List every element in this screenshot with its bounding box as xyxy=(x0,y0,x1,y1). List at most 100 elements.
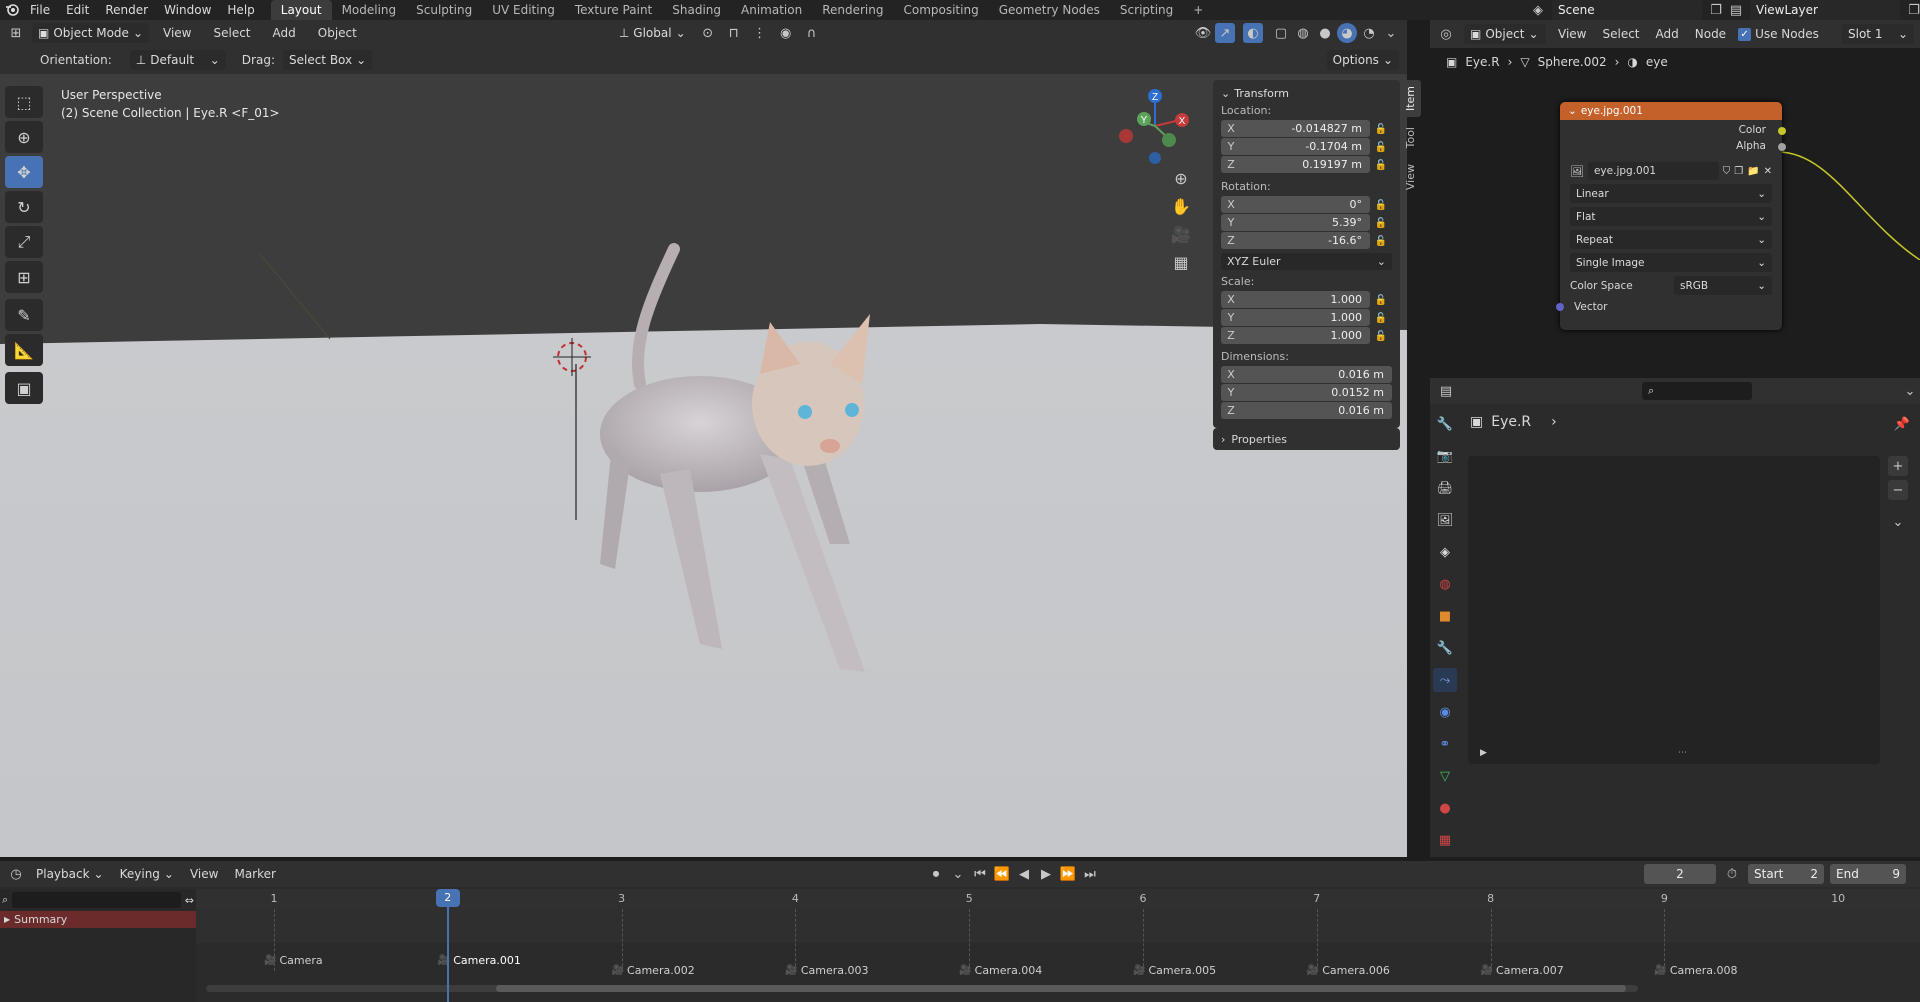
location-x-field[interactable]: X -0.014827 m xyxy=(1221,120,1370,137)
texture-tab-icon[interactable]: ▦ xyxy=(1433,828,1457,852)
location-z-field[interactable]: Z 0.19197 m xyxy=(1221,156,1370,173)
menu-window[interactable]: Window xyxy=(156,0,219,20)
end-frame-field[interactable]: End 9 xyxy=(1830,864,1906,884)
camera-marker[interactable]: 🎥 Camera.004 xyxy=(959,964,1042,977)
lock-icon[interactable]: 🔓 xyxy=(1370,313,1392,324)
transform-panel-header[interactable]: ⌄ Transform xyxy=(1221,84,1392,102)
playhead-frame-indicator[interactable]: 2 xyxy=(435,889,460,907)
drag-dropdown[interactable]: Select Box ⌄ xyxy=(282,50,373,70)
pin-icon[interactable]: 📌 xyxy=(1892,414,1912,434)
lock-icon[interactable]: 🔓 xyxy=(1370,142,1392,153)
playhead-line[interactable] xyxy=(446,907,449,1002)
dimension-x-field[interactable]: X 0.016 m xyxy=(1221,366,1392,383)
camera-view-icon[interactable]: 🎥 xyxy=(1171,224,1191,244)
chevron-down-icon[interactable]: ⌄ xyxy=(1888,512,1908,532)
tab-uv-editing[interactable]: UV Editing xyxy=(482,0,565,20)
tool-tab-icon[interactable]: 🔧 xyxy=(1433,412,1457,436)
lock-icon[interactable]: 🔓 xyxy=(1370,295,1392,306)
play-reverse-icon[interactable]: ◀ xyxy=(1014,864,1034,884)
open-folder-icon[interactable]: 📁 xyxy=(1747,166,1759,177)
remove-icon[interactable]: − xyxy=(1888,480,1908,500)
tab-sculpting[interactable]: Sculpting xyxy=(406,0,482,20)
summary-channel[interactable]: ▶ Summary xyxy=(0,911,196,928)
camera-marker[interactable]: 🎥 Camera.005 xyxy=(1133,964,1216,977)
rendered-shading-icon[interactable]: ◔ xyxy=(1359,23,1379,43)
add-icon[interactable]: + xyxy=(1888,456,1908,476)
constraints-tab-icon[interactable]: ⚭ xyxy=(1433,732,1457,756)
ortho-grid-icon[interactable]: ▦ xyxy=(1171,252,1191,272)
socket-vector-icon[interactable] xyxy=(1556,303,1564,311)
add-cube-tool-icon[interactable]: ▣ xyxy=(5,372,43,404)
transform-tool-icon[interactable]: ⊞ xyxy=(5,261,43,293)
clock-icon[interactable]: ⏱ xyxy=(1722,864,1742,884)
scene-name[interactable]: Scene xyxy=(1552,0,1702,20)
camera-marker[interactable]: 🎥 Camera.001 xyxy=(438,954,521,967)
orientation-dropdown[interactable]: ⊥ Default ⌄ xyxy=(129,50,226,70)
camera-marker[interactable]: 🎥 Camera xyxy=(264,954,323,967)
breadcrumb-material[interactable]: eye xyxy=(1646,55,1668,69)
breadcrumb-mesh[interactable]: Sphere.002 xyxy=(1538,55,1607,69)
play-icon[interactable]: ▶ xyxy=(1036,864,1056,884)
xray-icon[interactable]: ▢ xyxy=(1271,23,1291,43)
rotation-mode-dropdown[interactable]: XYZ Euler ⌄ xyxy=(1221,253,1392,270)
tab-animation[interactable]: Animation xyxy=(731,0,812,20)
measure-tool-icon[interactable]: 📐 xyxy=(5,334,43,366)
close-icon[interactable]: ✕ xyxy=(1764,166,1772,177)
swap-icon[interactable]: ⇔ xyxy=(185,894,194,907)
3d-viewport[interactable]: User Perspective (2) Scene Collection | … xyxy=(0,74,1407,857)
gizmo-neg-x-icon[interactable] xyxy=(1119,129,1133,143)
next-keyframe-icon[interactable]: ⏩ xyxy=(1058,864,1078,884)
scene-selector[interactable]: ◈ Scene ❐ xyxy=(1528,0,1726,20)
current-frame-field[interactable]: 2 xyxy=(1644,864,1716,884)
select-box-tool-icon[interactable]: ⬚ xyxy=(5,86,43,118)
add-workspace-button[interactable]: + xyxy=(1183,0,1213,20)
tab-view[interactable]: View xyxy=(1403,158,1421,196)
modifier-tab-icon[interactable]: 🔧 xyxy=(1433,636,1457,660)
copy-icon[interactable]: ❐ xyxy=(1904,0,1920,20)
lock-icon[interactable]: 🔓 xyxy=(1370,218,1392,229)
use-nodes-checkbox[interactable]: ✓ Use Nodes xyxy=(1738,27,1819,41)
tab-modeling[interactable]: Modeling xyxy=(332,0,407,20)
channel-search[interactable]: ⌕ ⇔ xyxy=(2,891,194,909)
chevron-down-icon[interactable]: ⌄ xyxy=(948,864,968,884)
timeline-menu-marker[interactable]: Marker xyxy=(228,867,281,881)
cursor-tool-icon[interactable]: ⊕ xyxy=(5,121,43,153)
fake-user-icon[interactable]: ⛉ xyxy=(1723,166,1731,177)
lock-icon[interactable]: 🔓 xyxy=(1370,160,1392,171)
location-y-field[interactable]: Y -0.1704 m xyxy=(1221,138,1370,155)
dimension-y-field[interactable]: Y 0.0152 m xyxy=(1221,384,1392,401)
interpolation-dropdown[interactable]: Linear ⌄ xyxy=(1570,184,1772,203)
menu-file[interactable]: File xyxy=(22,0,58,20)
color-space-dropdown[interactable]: sRGB ⌄ xyxy=(1674,276,1772,295)
node-menu-node[interactable]: Node xyxy=(1691,27,1730,41)
pivot-icon[interactable]: ⊙ xyxy=(698,23,718,43)
tab-scripting[interactable]: Scripting xyxy=(1110,0,1183,20)
image-browse-icon[interactable]: 🖼 xyxy=(1570,165,1584,178)
transform-orientation-dropdown[interactable]: ⊥ Global ⌄ xyxy=(613,23,692,43)
tab-shading[interactable]: Shading xyxy=(662,0,731,20)
lock-icon[interactable]: 🔓 xyxy=(1370,200,1392,211)
menu-object[interactable]: Object xyxy=(310,26,365,40)
prev-keyframe-icon[interactable]: ⏪ xyxy=(992,864,1012,884)
camera-marker[interactable]: 🎥 Camera.008 xyxy=(1654,964,1737,977)
timeline-track-area[interactable]: 12345678910🎥Camera🎥Camera.001🎥Camera.002… xyxy=(196,889,1920,1002)
zoom-icon[interactable]: ⊕ xyxy=(1171,168,1191,188)
camera-marker[interactable]: 🎥 Camera.007 xyxy=(1481,964,1564,977)
menu-help[interactable]: Help xyxy=(219,0,262,20)
output-tab-icon[interactable]: 🖨 xyxy=(1433,476,1457,500)
copy-icon[interactable]: ❐ xyxy=(1706,0,1726,20)
tab-layout[interactable]: Layout xyxy=(270,0,332,20)
options-dropdown[interactable]: Options ⌄ xyxy=(1326,50,1399,70)
annotate-tool-icon[interactable]: ✎ xyxy=(5,299,43,331)
material-shading-icon[interactable]: ◕ xyxy=(1337,23,1357,43)
breadcrumb-object[interactable]: Eye.R xyxy=(1465,55,1499,69)
scale-tool-icon[interactable]: ⤢ xyxy=(5,226,43,258)
scale-x-field[interactable]: X 1.000 xyxy=(1221,291,1370,308)
playback-menu[interactable]: Playback ⌄ xyxy=(30,864,110,884)
rotation-y-field[interactable]: Y 5.39° xyxy=(1221,214,1370,231)
menu-render[interactable]: Render xyxy=(97,0,156,20)
object-tab-icon[interactable]: ■ xyxy=(1433,604,1457,628)
image-name[interactable]: eye.jpg.001 xyxy=(1587,162,1719,180)
menu-edit[interactable]: Edit xyxy=(58,0,97,20)
lock-icon[interactable]: 🔓 xyxy=(1370,236,1392,247)
